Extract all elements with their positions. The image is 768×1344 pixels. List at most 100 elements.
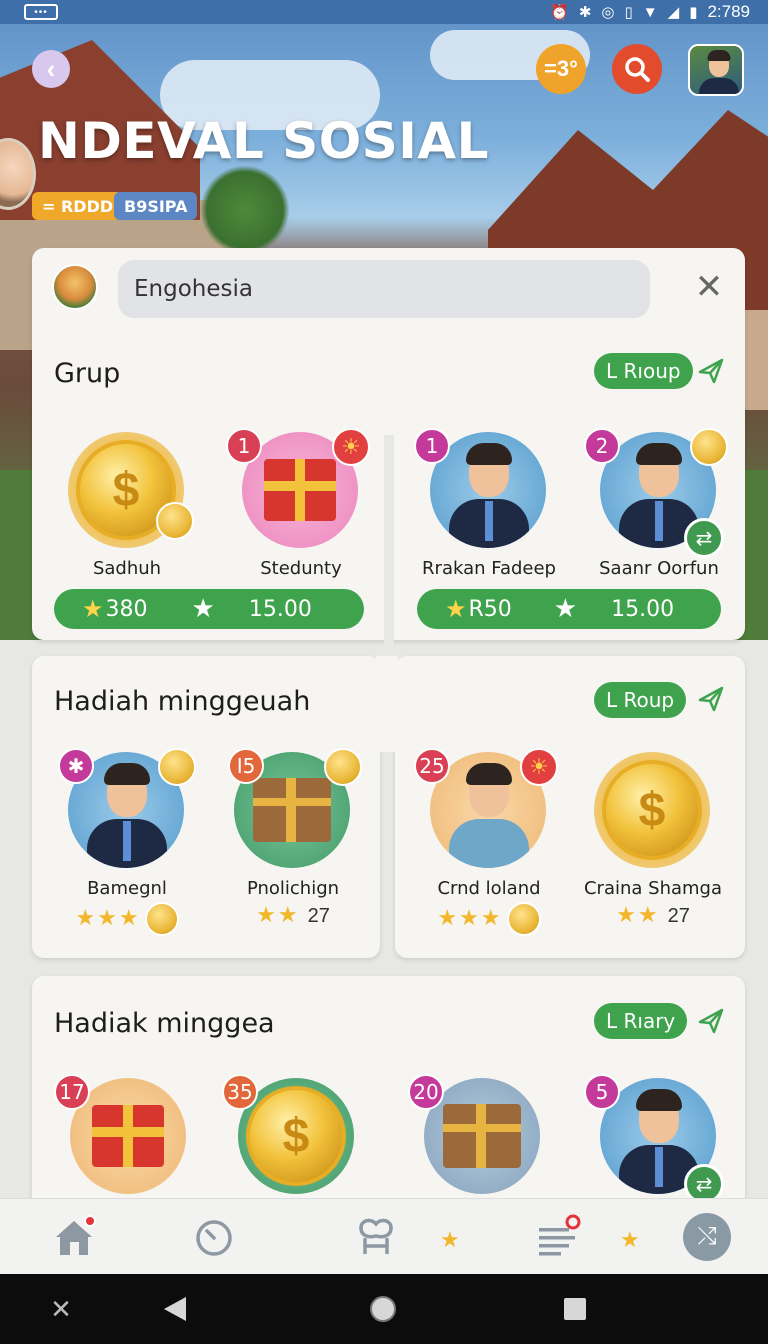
item-name: Bamegnl <box>87 878 167 899</box>
star-rating: ★★ 27 <box>616 902 690 927</box>
item-name: Pnolichign <box>246 878 340 899</box>
coin-icon <box>144 902 179 936</box>
rank-badge: 1 <box>414 428 450 464</box>
person-icon <box>443 435 533 548</box>
star-rating: ★★★ <box>52 902 202 936</box>
section-action-button[interactable]: L Rıary <box>594 1003 688 1039</box>
swap-icon: ⇄ <box>684 518 724 558</box>
rating-value: 27 <box>307 905 330 927</box>
profile-avatar-figure <box>696 46 741 94</box>
message-icon: ••• <box>24 4 58 20</box>
rank-badge: 35 <box>222 1074 258 1110</box>
back-triangle-icon <box>164 1297 186 1321</box>
item-name: Stedunty <box>260 558 342 579</box>
reward-bar[interactable]: ★ R50 ★ 15.00 <box>417 589 721 629</box>
box-icon <box>443 1104 521 1168</box>
card-divider <box>384 435 394 645</box>
item-name: Craina Shamga <box>583 878 722 899</box>
rank-badge: 20 <box>408 1074 444 1110</box>
reward-value: 15.00 <box>248 596 312 622</box>
recents-square-icon <box>564 1298 586 1320</box>
section-title: Hadiah minggeuah <box>54 686 311 717</box>
section-action-button[interactable]: L Rıoup <box>594 353 693 389</box>
rank-badge: 25 <box>414 748 450 784</box>
reward-value: 15.00 <box>611 596 675 622</box>
bluetooth-icon: ✱ <box>578 4 592 21</box>
search-icon <box>625 57 650 82</box>
sync-icon: ◎ <box>601 4 615 21</box>
back-nav-button[interactable] <box>160 1294 190 1324</box>
share-icon[interactable] <box>696 356 726 386</box>
close-icon[interactable]: ✕ <box>46 1294 76 1324</box>
item-name: Sadhuh <box>92 558 162 579</box>
nav-home[interactable] <box>50 1213 98 1261</box>
user-avatar[interactable] <box>52 264 98 310</box>
wifi-icon: ▼ <box>642 3 658 21</box>
status-time: 2:789 <box>707 2 750 21</box>
nav-friends[interactable] <box>352 1213 400 1261</box>
coin-image: $ <box>594 752 710 868</box>
close-button[interactable]: ✕ <box>692 270 726 304</box>
category-chip[interactable]: = RDDD <box>32 192 124 220</box>
nav-shuffle[interactable]: ⤭ <box>683 1213 731 1261</box>
list-icon <box>539 1214 581 1256</box>
rating-value: 27 <box>667 905 690 927</box>
reward-points: R50 <box>468 596 512 622</box>
gift-icon <box>264 459 336 521</box>
star-icon: ★ <box>440 1227 460 1252</box>
section-title: Hadiak minggea <box>54 1008 275 1039</box>
reward-bar[interactable]: ★ 380 ★ 15.00 <box>54 589 364 629</box>
chevron-left-icon: ‹ <box>46 53 56 84</box>
star-rating: ★★★ <box>414 902 564 936</box>
search-input[interactable] <box>118 260 650 318</box>
alarm-icon: ⏰ <box>550 4 569 21</box>
battery-icon: ▮ <box>689 4 698 21</box>
share-icon[interactable] <box>696 684 726 714</box>
nav-list[interactable] <box>534 1213 582 1261</box>
system-navigation-bar: ✕ <box>0 1274 768 1344</box>
rank-badge: 2 <box>584 428 620 464</box>
person-icon <box>81 755 171 868</box>
palm-tree <box>200 165 290 255</box>
item-name: Saanr Oorfun <box>599 558 719 579</box>
star-icon: ★ <box>191 594 215 624</box>
coin-icon <box>156 502 194 540</box>
sun-icon: ☀ <box>332 428 370 466</box>
card-joint <box>376 656 398 752</box>
level-badge-button[interactable]: =3° <box>536 44 586 94</box>
section-action-button[interactable]: L Roup <box>594 682 687 718</box>
friends-icon <box>359 1218 393 1254</box>
reward-points: 380 <box>105 596 148 622</box>
nav-history[interactable] <box>190 1213 238 1261</box>
clock-icon <box>196 1220 232 1256</box>
signal-icon: ◢ <box>667 4 680 21</box>
coin-icon: $ <box>246 1086 346 1186</box>
item-name: Rrakan Fadeep <box>422 558 556 579</box>
coin-icon <box>690 428 728 466</box>
gift-icon <box>92 1105 164 1167</box>
close-icon: ✕ <box>694 268 724 306</box>
coin-icon <box>158 748 196 786</box>
share-icon[interactable] <box>696 1006 726 1036</box>
vibrate-icon: ▯ <box>624 4 633 21</box>
box-icon <box>253 778 331 842</box>
person-icon <box>443 755 533 868</box>
sun-icon: ☀ <box>520 748 558 786</box>
back-button[interactable]: ‹ <box>32 50 70 88</box>
category-chip[interactable]: B9SIPA <box>114 192 198 220</box>
search-button[interactable] <box>612 44 662 94</box>
rank-badge: ✱ <box>58 748 94 784</box>
rank-badge: 17 <box>54 1074 90 1110</box>
recents-nav-button[interactable] <box>560 1294 590 1324</box>
star-rating: ★★ 27 <box>256 902 330 927</box>
home-nav-button[interactable] <box>368 1294 398 1324</box>
shuffle-icon: ⤭ <box>697 1223 717 1250</box>
notification-dot <box>84 1215 96 1227</box>
home-circle-icon <box>370 1296 396 1322</box>
page-title: NDEVAL SOSIAL <box>38 112 489 170</box>
rank-badge: 1 <box>226 428 262 464</box>
coin-icon <box>506 902 541 936</box>
item-name: Crnd loland <box>437 878 541 899</box>
profile-avatar[interactable] <box>688 44 744 96</box>
star-icon: ★ <box>553 594 578 624</box>
